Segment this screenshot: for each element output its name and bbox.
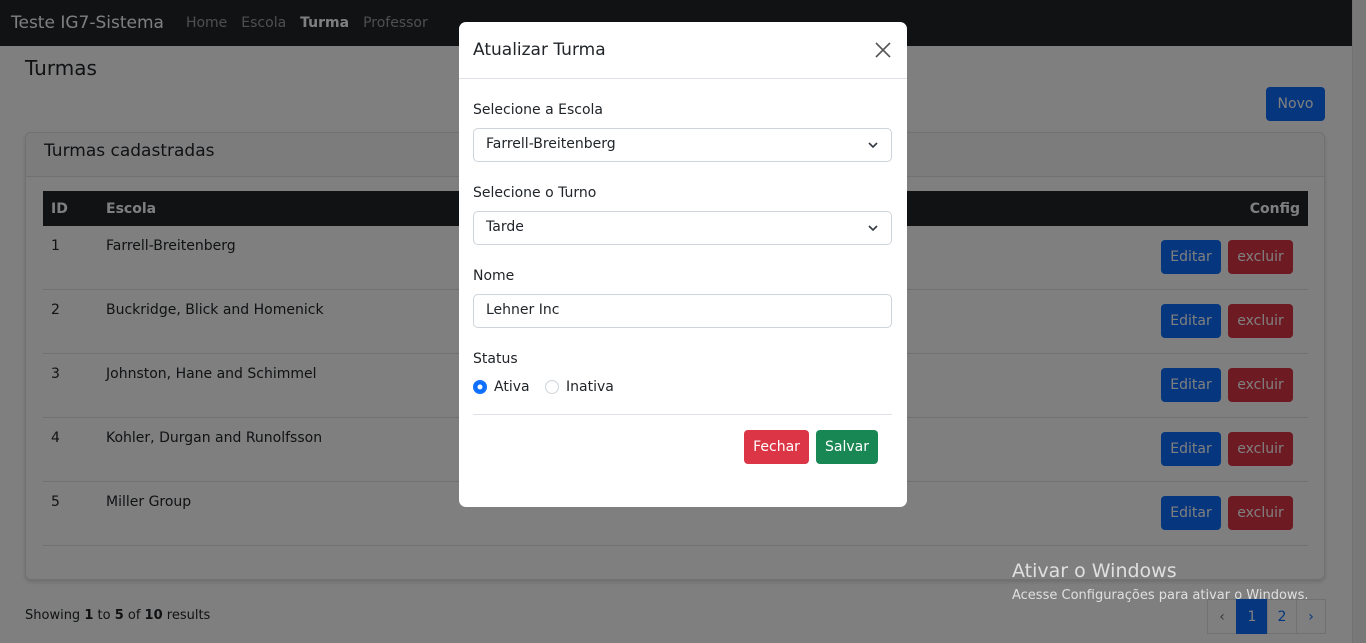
status-option-label: Ativa [494,379,530,395]
close-icon[interactable] [873,40,893,60]
turno-select-value: Tarde [486,219,524,235]
close-button[interactable]: Fechar [744,430,809,464]
save-button[interactable]: Salvar [816,430,878,464]
status-option-label: Inativa [566,379,614,395]
modal-header: Atualizar Turma [459,22,907,79]
status-label: Status [473,351,518,367]
escola-select[interactable]: Farrell-Breitenberg [473,128,892,162]
modal-divider [473,414,892,415]
escola-select-value: Farrell-Breitenberg [486,136,616,152]
modal-title: Atualizar Turma [473,40,606,60]
nome-input[interactable]: Lehner Inc [473,294,892,328]
status-radio-ativa[interactable]: Ativa [473,379,530,395]
turno-label: Selecione o Turno [473,185,597,201]
status-radio-inativa[interactable]: Inativa [545,379,614,395]
update-turma-modal: Atualizar Turma Selecione a Escola Farre… [459,22,907,507]
escola-label: Selecione a Escola [473,102,603,118]
watermark-subtitle: Acesse Configurações para ativar o Windo… [1012,588,1309,603]
radio-checked-icon[interactable] [473,380,487,394]
windows-watermark: Ativar o Windows Acesse Configurações pa… [1012,560,1308,603]
radio-unchecked-icon[interactable] [545,380,559,394]
watermark-title: Ativar o Windows [1012,560,1177,582]
chevron-down-icon [868,225,878,232]
nome-label: Nome [473,268,515,284]
turno-select[interactable]: Tarde [473,211,892,245]
chevron-down-icon [868,142,878,149]
nome-input-value: Lehner Inc [486,302,560,318]
